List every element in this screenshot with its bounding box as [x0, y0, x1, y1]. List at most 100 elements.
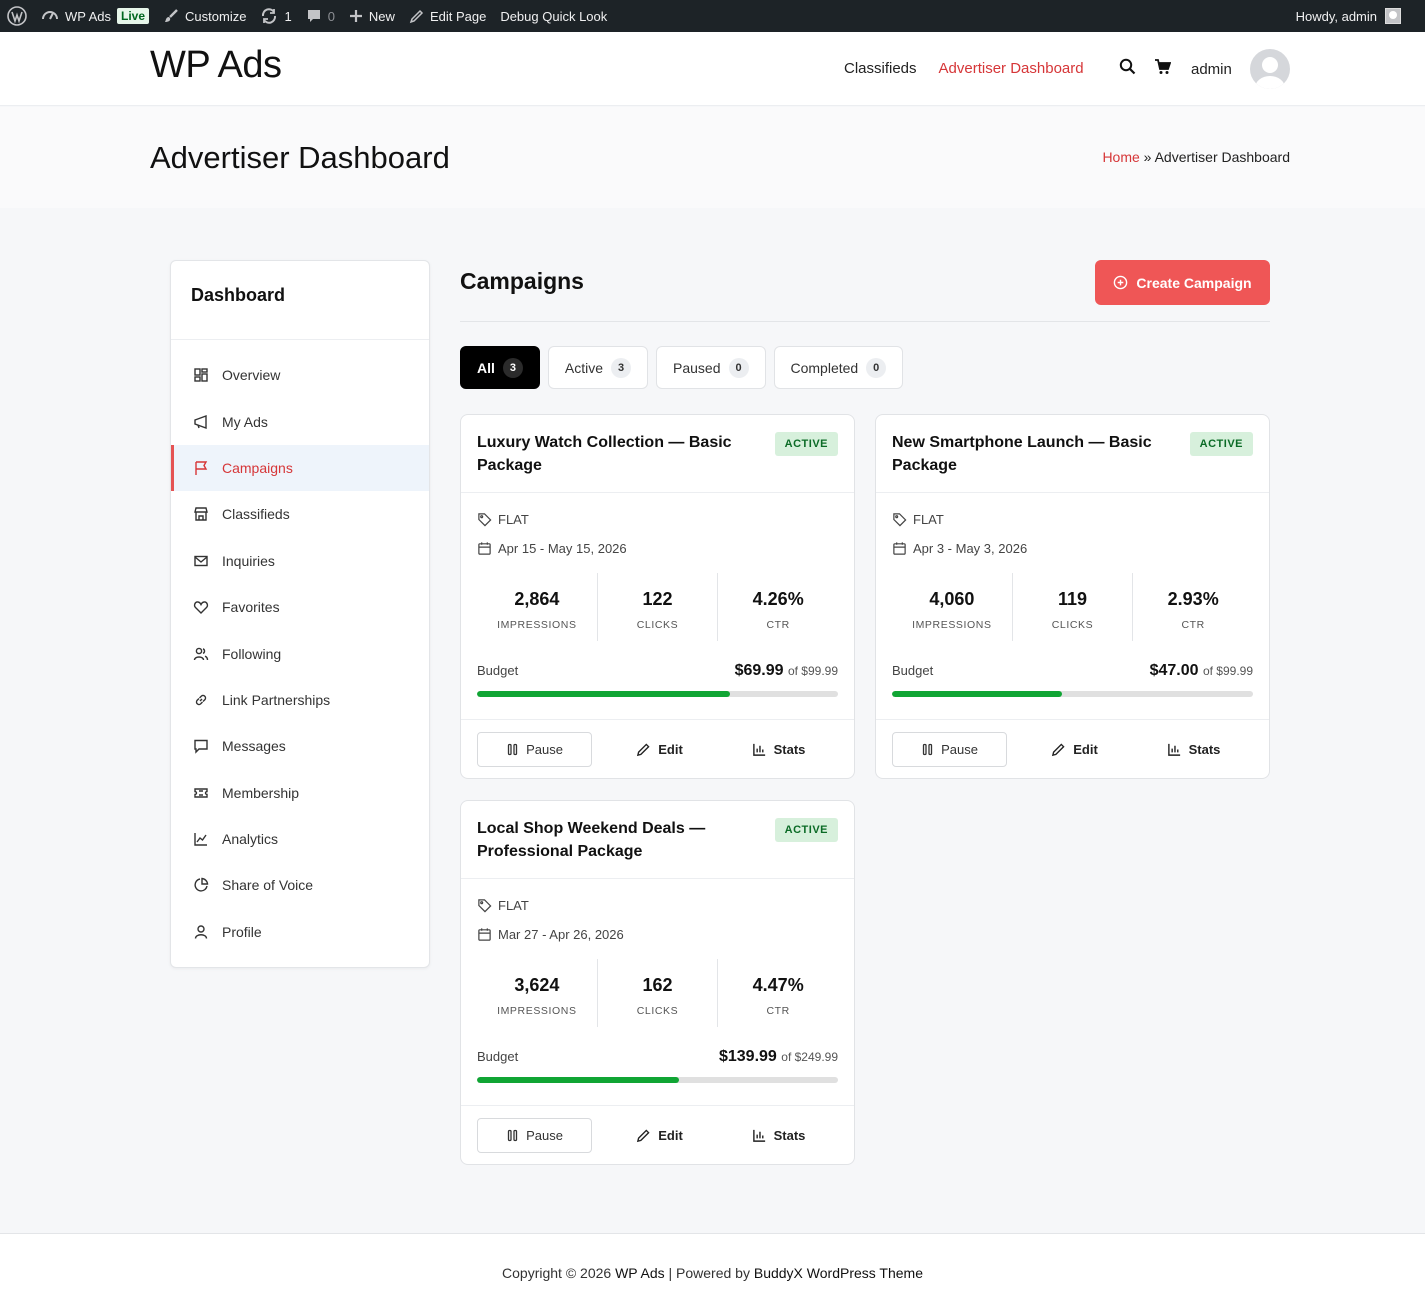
new-content-link[interactable]: New — [342, 0, 402, 32]
site-name-menu[interactable]: WP Ads Live — [34, 0, 156, 32]
budget-label: Budget — [477, 1049, 519, 1064]
calendar-icon — [478, 928, 491, 941]
wordpress-logo-button[interactable] — [0, 0, 34, 32]
footer-site-link[interactable]: WP Ads — [615, 1265, 665, 1281]
stats-button[interactable]: Stats — [719, 732, 838, 767]
campaign-card: Luxury Watch Collection — Basic Package … — [460, 414, 855, 779]
dashboard-gauge-icon — [42, 11, 58, 20]
pie-icon — [194, 878, 209, 893]
sidebar-title: Dashboard — [191, 285, 286, 305]
budget-progress-fill — [477, 1077, 680, 1083]
sidebar-item-membership[interactable]: Membership — [171, 770, 429, 816]
dashboard-sidebar: Dashboard Overview My Ads Campaigns Clas… — [170, 260, 430, 968]
stats-label: Stats — [1188, 742, 1221, 757]
campaign-actions: Pause Edit Stats — [477, 732, 838, 767]
comments-count: 0 — [327, 8, 335, 24]
breadcrumb-home-link[interactable]: Home — [1102, 149, 1139, 165]
campaign-title[interactable]: Luxury Watch Collection — Basic Package — [477, 431, 757, 477]
user-icon — [194, 925, 208, 939]
site-title[interactable]: WP Ads — [150, 44, 282, 87]
user-avatar[interactable] — [1250, 49, 1290, 89]
campaign-card-header: Local Shop Weekend Deals — Professional … — [461, 801, 854, 879]
pause-button[interactable]: Pause — [892, 732, 1007, 767]
debug-quick-look-link[interactable]: Debug Quick Look — [493, 0, 614, 32]
pencil-icon — [1052, 743, 1065, 757]
sidebar-item-classifieds[interactable]: Classifieds — [171, 491, 429, 537]
ctr-stat: 4.26% CTR — [717, 573, 838, 641]
edit-page-link[interactable]: Edit Page — [402, 0, 493, 32]
customize-label: Customize — [185, 8, 247, 24]
tab-count: 3 — [502, 357, 523, 378]
tab-count: 0 — [866, 357, 887, 378]
card-footer-divider — [461, 719, 854, 720]
search-icon[interactable] — [1119, 58, 1136, 75]
impressions-stat: 3,624 IMPRESSIONS — [477, 959, 597, 1027]
sidebar-item-following[interactable]: Following — [171, 630, 429, 676]
sidebar-item-overview[interactable]: Overview — [171, 352, 429, 398]
campaign-title[interactable]: New Smartphone Launch — Basic Package — [892, 431, 1172, 477]
flag-icon — [195, 461, 208, 475]
clicks-stat: 162 CLICKS — [596, 959, 718, 1027]
sidebar-item-share-of-voice[interactable]: Share of Voice — [171, 862, 429, 908]
sidebar-item-label: Link Partnerships — [222, 691, 331, 708]
comments-link[interactable]: 0 — [299, 0, 342, 32]
updates-link[interactable]: 1 — [253, 0, 298, 32]
campaign-stats: 3,624 IMPRESSIONS 162 CLICKS 4.47% CTR — [477, 959, 838, 1027]
copyright-middle: | Powered by — [664, 1265, 754, 1281]
sidebar-item-profile[interactable]: Profile — [171, 909, 429, 955]
pause-icon — [922, 743, 933, 756]
impressions-label: IMPRESSIONS — [497, 619, 577, 631]
impressions-label: IMPRESSIONS — [912, 619, 992, 631]
tab-count: 0 — [728, 357, 749, 378]
header-username[interactable]: admin — [1191, 61, 1232, 78]
pause-button[interactable]: Pause — [477, 1118, 592, 1153]
sidebar-item-inquiries[interactable]: Inquiries — [171, 538, 429, 584]
tab-completed[interactable]: Completed 0 — [773, 346, 904, 389]
edit-button[interactable]: Edit — [600, 732, 719, 767]
nav-advertiser-dashboard[interactable]: Advertiser Dashboard — [939, 60, 1084, 77]
edit-page-label: Edit Page — [429, 8, 487, 24]
customize-link[interactable]: Customize — [156, 0, 253, 32]
edit-button[interactable]: Edit — [1015, 732, 1134, 767]
tab-all[interactable]: All 3 — [460, 346, 540, 389]
pricing-type: FLAT — [892, 512, 944, 527]
sidebar-item-messages[interactable]: Messages — [171, 723, 429, 769]
sidebar-item-my-ads[interactable]: My Ads — [171, 398, 429, 444]
message-icon — [194, 740, 208, 755]
pricing-label: FLAT — [498, 512, 529, 527]
updates-icon — [262, 8, 277, 24]
sidebar-item-label: Membership — [222, 784, 300, 801]
ctr-value: 4.47% — [752, 975, 804, 995]
stats-button[interactable]: Stats — [719, 1118, 838, 1153]
edit-button[interactable]: Edit — [600, 1118, 719, 1153]
tab-label: All — [477, 359, 495, 376]
copyright-text: Copyright © 2026 WP Ads | Powered by Bud… — [0, 1265, 1425, 1281]
edit-label: Edit — [658, 742, 683, 757]
grid-icon — [194, 368, 208, 382]
pause-button[interactable]: Pause — [477, 732, 592, 767]
pause-icon — [507, 1129, 518, 1142]
tab-active[interactable]: Active 3 — [547, 346, 649, 389]
campaign-title[interactable]: Local Shop Weekend Deals — Professional … — [477, 817, 757, 863]
my-account-menu[interactable]: Howdy, admin — [1296, 0, 1401, 32]
impressions-value: 4,060 — [929, 589, 975, 609]
tab-label: Paused — [673, 359, 721, 376]
stats-button[interactable]: Stats — [1134, 732, 1253, 767]
ctr-value: 2.93% — [1167, 589, 1219, 609]
impressions-label: IMPRESSIONS — [497, 1005, 577, 1017]
footer-theme-link[interactable]: BuddyX WordPress Theme — [754, 1265, 923, 1281]
tab-paused[interactable]: Paused 0 — [656, 346, 766, 389]
date-range-text: Apr 15 - May 15, 2026 — [498, 541, 627, 556]
sidebar-item-label: My Ads — [222, 413, 268, 430]
sidebar-item-campaigns[interactable]: Campaigns — [171, 444, 429, 492]
sidebar-item-favorites[interactable]: Favorites — [171, 584, 429, 630]
sidebar-item-link-partnerships[interactable]: Link Partnerships — [171, 677, 429, 723]
create-campaign-button[interactable]: Create Campaign — [1095, 260, 1270, 305]
cart-icon[interactable] — [1154, 58, 1171, 75]
date-range-text: Mar 27 - Apr 26, 2026 — [498, 927, 624, 942]
nav-classifieds[interactable]: Classifieds — [844, 60, 917, 77]
live-badge: Live — [117, 8, 150, 24]
sidebar-item-analytics[interactable]: Analytics — [171, 816, 429, 862]
main-nav: Classifieds Advertiser Dashboard — [844, 60, 1084, 77]
admin-avatar — [1385, 8, 1401, 24]
